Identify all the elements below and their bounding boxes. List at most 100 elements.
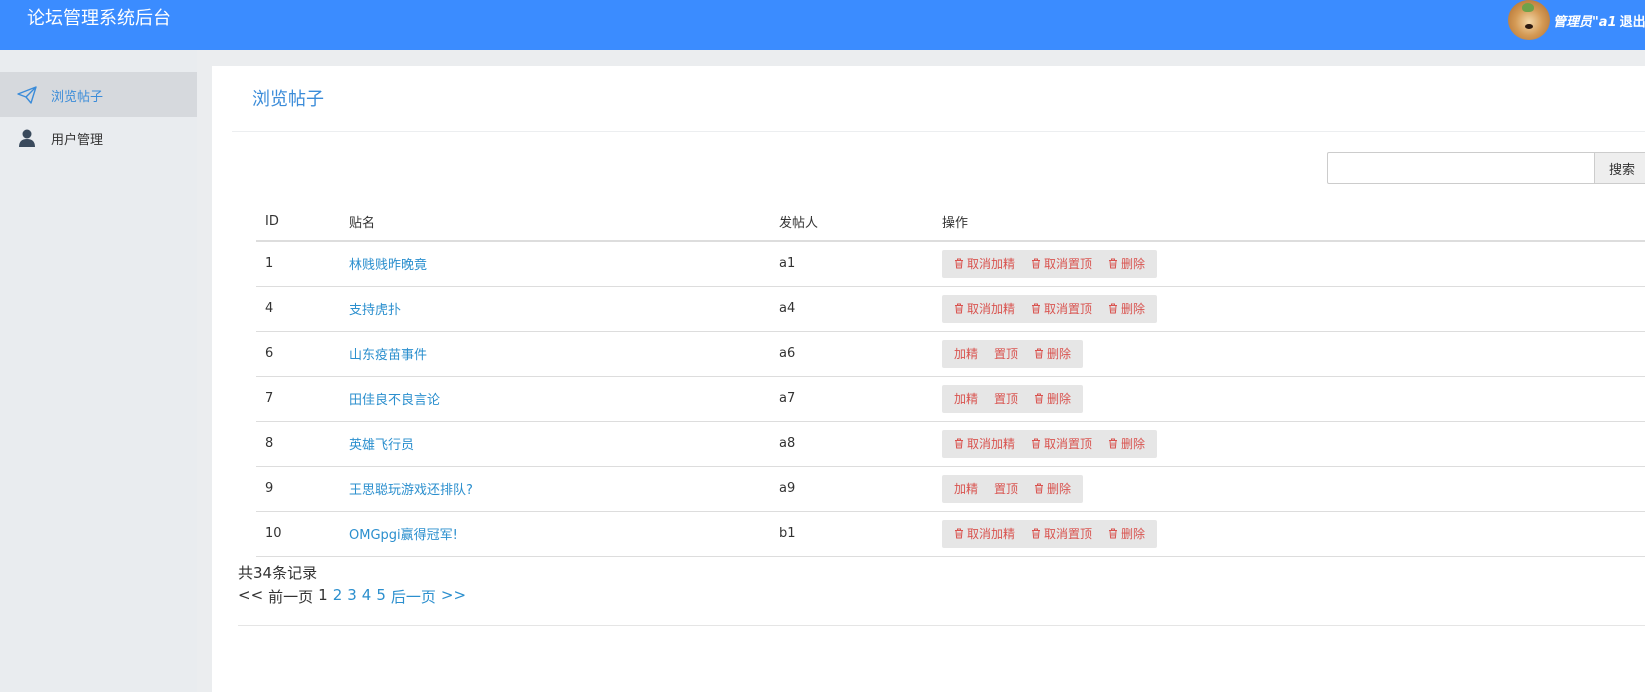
action-label: 删除 bbox=[1121, 302, 1146, 316]
action-label: 取消加精 bbox=[967, 257, 1016, 272]
post-name-cell: 林贱贱昨晚竟 bbox=[340, 241, 770, 287]
feature-button[interactable]: 加精 bbox=[946, 390, 986, 407]
logout-link[interactable]: 退出 bbox=[1620, 11, 1645, 30]
unpin-button[interactable]: 取消置顶 bbox=[1023, 435, 1100, 452]
trash-icon bbox=[954, 258, 964, 269]
post-title-link[interactable]: OMGpgi赢得冠军! bbox=[349, 528, 458, 543]
post-actions-cell: 加精 置顶 删除 bbox=[933, 376, 1645, 422]
post-title-link[interactable]: 英雄飞行员 bbox=[349, 438, 414, 453]
post-actions-cell: 取消加精 取消置顶 删除 bbox=[933, 421, 1645, 467]
post-title-link[interactable]: 支持虎扑 bbox=[349, 303, 401, 318]
main-panel: 浏览帖子 搜索 ID 贴名 发帖人 操作 1 林贱贱昨晚竟 a1 取消加精 取消置顶 删除… bbox=[212, 66, 1645, 692]
app-title: 论坛管理系统后台 bbox=[27, 8, 171, 29]
table-row: 7 田佳良不良言论 a7 加精 置顶 删除 bbox=[256, 376, 1645, 422]
sidebar-item-browse-posts[interactable]: 浏览帖子 bbox=[0, 72, 197, 117]
delete-button[interactable]: 删除 bbox=[1100, 255, 1153, 272]
post-name-cell: 支持虎扑 bbox=[340, 286, 770, 332]
post-title-link[interactable]: 山东疫苗事件 bbox=[349, 348, 427, 363]
unpin-button[interactable]: 取消置顶 bbox=[1023, 255, 1100, 272]
trash-icon bbox=[1034, 348, 1044, 359]
column-header-id: ID bbox=[256, 203, 340, 242]
divider bbox=[238, 625, 1645, 626]
trash-icon bbox=[1108, 528, 1118, 539]
posts-table: ID 贴名 发帖人 操作 1 林贱贱昨晚竟 a1 取消加精 取消置顶 删除 4 支持虎扑 a4 取… bbox=[256, 203, 1645, 557]
delete-button[interactable]: 删除 bbox=[1100, 525, 1153, 542]
first-page-link[interactable]: << bbox=[238, 586, 263, 607]
table-row: 9 王思聪玩游戏还排队? a9 加精 置顶 删除 bbox=[256, 466, 1645, 512]
post-author: a8 bbox=[770, 421, 933, 467]
action-label: 置顶 bbox=[994, 482, 1019, 496]
pin-button[interactable]: 置顶 bbox=[986, 480, 1026, 497]
unpin-button[interactable]: 取消置顶 bbox=[1023, 300, 1100, 317]
post-author: a4 bbox=[770, 286, 933, 332]
column-header-ops: 操作 bbox=[933, 203, 1645, 242]
feature-button[interactable]: 加精 bbox=[946, 345, 986, 362]
action-label: 取消加精 bbox=[967, 527, 1016, 541]
action-button-group: 加精 置顶 删除 bbox=[942, 474, 1084, 503]
action-label: 取消置顶 bbox=[1044, 437, 1093, 451]
action-label: 取消置顶 bbox=[1044, 257, 1093, 272]
post-actions-cell: 取消加精 取消置顶 删除 bbox=[933, 241, 1645, 287]
trash-icon bbox=[954, 528, 964, 539]
trash-icon bbox=[1031, 438, 1041, 449]
delete-button[interactable]: 删除 bbox=[1100, 300, 1153, 317]
trash-icon bbox=[1031, 528, 1041, 539]
action-label: 删除 bbox=[1047, 347, 1072, 361]
action-label: 取消置顶 bbox=[1044, 527, 1093, 541]
post-author: a1 bbox=[770, 241, 933, 287]
action-button-group: 加精 置顶 删除 bbox=[942, 384, 1084, 413]
column-header-name: 贴名 bbox=[340, 203, 770, 242]
unfeature-button[interactable]: 取消加精 bbox=[946, 255, 1023, 272]
action-button-group: 取消加精 取消置顶 删除 bbox=[942, 519, 1158, 548]
delete-button[interactable]: 删除 bbox=[1100, 435, 1153, 452]
last-page-link[interactable]: >> bbox=[441, 586, 466, 607]
post-name-cell: 王思聪玩游戏还排队? bbox=[340, 466, 770, 512]
post-title-link[interactable]: 田佳良不良言论 bbox=[349, 393, 440, 408]
column-header-author: 发帖人 bbox=[770, 203, 933, 242]
search-button[interactable]: 搜索 bbox=[1594, 152, 1645, 184]
prev-page-link[interactable]: 前一页 bbox=[268, 586, 313, 607]
sidebar: 浏览帖子 用户管理 bbox=[0, 50, 197, 692]
trash-icon bbox=[1108, 303, 1118, 314]
next-page-link[interactable]: 后一页 bbox=[391, 586, 436, 607]
post-name-cell: 田佳良不良言论 bbox=[340, 376, 770, 422]
sidebar-item-label: 浏览帖子 bbox=[51, 90, 104, 105]
feature-button[interactable]: 加精 bbox=[946, 480, 986, 497]
unfeature-button[interactable]: 取消加精 bbox=[946, 300, 1023, 317]
delete-button[interactable]: 删除 bbox=[1026, 345, 1079, 362]
post-author: a7 bbox=[770, 376, 933, 422]
trash-icon bbox=[1034, 483, 1044, 494]
pagination: << 前一页 1 2 3 4 5 后一页 >> bbox=[238, 586, 466, 607]
top-navbar: 论坛管理系统后台 管理员"a1 退出 bbox=[0, 0, 1645, 50]
table-header-row: ID 贴名 发帖人 操作 bbox=[256, 203, 1645, 242]
pin-button[interactable]: 置顶 bbox=[986, 390, 1026, 407]
post-actions-cell: 加精 置顶 删除 bbox=[933, 466, 1645, 512]
search-input[interactable] bbox=[1327, 152, 1595, 184]
page-link[interactable]: 3 bbox=[347, 586, 357, 607]
avatar[interactable] bbox=[1508, 0, 1550, 40]
page-link[interactable]: 5 bbox=[376, 586, 386, 607]
unfeature-button[interactable]: 取消加精 bbox=[946, 435, 1023, 452]
page-link[interactable]: 2 bbox=[333, 586, 343, 607]
post-id: 9 bbox=[256, 466, 340, 512]
post-id: 6 bbox=[256, 331, 340, 377]
page-link[interactable]: 4 bbox=[362, 586, 372, 607]
pin-button[interactable]: 置顶 bbox=[986, 345, 1026, 362]
post-title-link[interactable]: 王思聪玩游戏还排队? bbox=[349, 483, 473, 498]
post-id: 4 bbox=[256, 286, 340, 332]
sidebar-item-label: 用户管理 bbox=[51, 133, 104, 148]
delete-button[interactable]: 删除 bbox=[1026, 480, 1079, 497]
post-title-link[interactable]: 林贱贱昨晚竟 bbox=[349, 258, 427, 273]
table-row: 4 支持虎扑 a4 取消加精 取消置顶 删除 bbox=[256, 286, 1645, 332]
trash-icon bbox=[954, 303, 964, 314]
unfeature-button[interactable]: 取消加精 bbox=[946, 525, 1023, 542]
trash-icon bbox=[1108, 438, 1118, 449]
sidebar-item-user-management[interactable]: 用户管理 bbox=[0, 115, 197, 160]
action-label: 取消置顶 bbox=[1044, 302, 1093, 316]
action-button-group: 加精 置顶 删除 bbox=[942, 339, 1084, 368]
action-label: 置顶 bbox=[994, 392, 1019, 406]
delete-button[interactable]: 删除 bbox=[1026, 390, 1079, 407]
user-icon bbox=[17, 128, 37, 148]
unpin-button[interactable]: 取消置顶 bbox=[1023, 525, 1100, 542]
table-row: 1 林贱贱昨晚竟 a1 取消加精 取消置顶 删除 bbox=[256, 241, 1645, 287]
